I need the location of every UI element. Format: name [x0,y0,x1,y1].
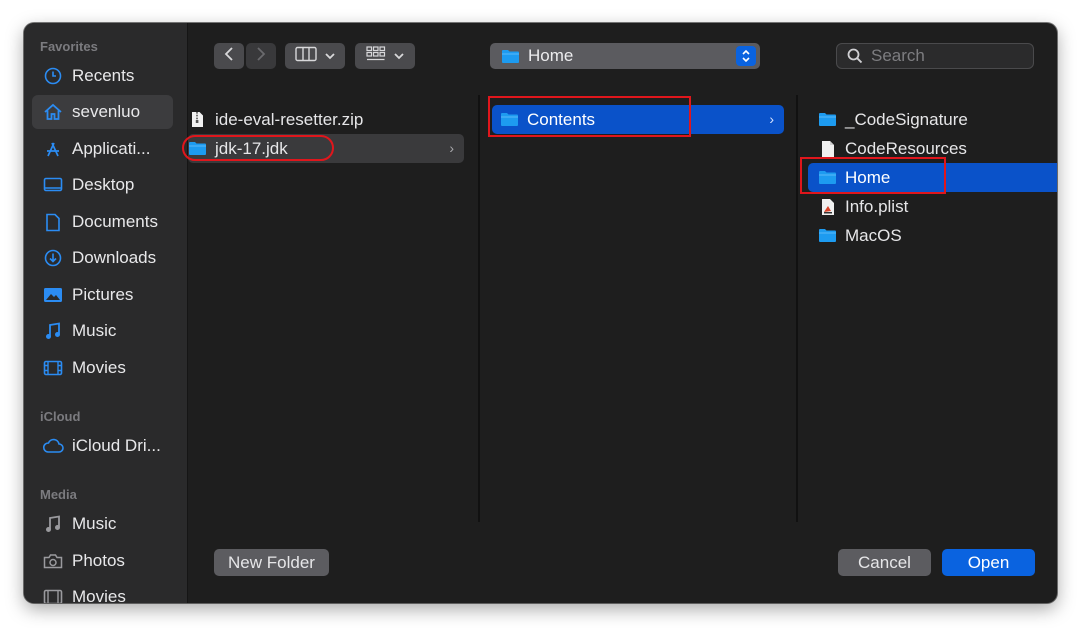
file-row-codesignature[interactable]: _CodeSignature [814,105,1057,134]
file-row-info-plist[interactable]: Info.plist [814,192,1057,221]
column-divider [478,95,480,522]
chevron-right-icon: › [769,111,774,127]
sidebar-item-label: Recents [72,66,135,85]
sidebar-item-documents[interactable]: Documents [32,205,173,239]
folder-icon [501,49,520,64]
group-button[interactable] [355,43,415,69]
search-field[interactable]: Search [836,43,1034,69]
desktop-icon [42,174,64,196]
zip-file-icon [188,111,207,128]
sidebar-item-label: Photos [72,551,125,570]
camera-icon [42,550,64,572]
up-down-chevron-icon [736,46,756,66]
sidebar-item-label: Movies [72,358,126,377]
folder-icon [818,227,837,244]
annotation-box [488,96,691,137]
sidebar-item-label: sevenluo [72,102,141,121]
clock-icon [42,65,64,87]
search-placeholder: Search [871,46,925,65]
sidebar-item-photos[interactable]: Photos [32,544,173,578]
cloud-icon [42,435,64,457]
sidebar-item-label: Applicati... [72,139,151,158]
sidebar-item-desktop[interactable]: Desktop [32,168,173,202]
file-name: MacOS [845,225,902,245]
column-divider [796,95,798,522]
columns-view-icon [295,46,317,67]
cancel-button[interactable]: Cancel [838,549,931,576]
open-button[interactable]: Open [942,549,1035,576]
file-row-ide-eval-resetter[interactable]: ide-eval-resetter.zip [188,105,464,134]
pictures-icon [42,284,64,306]
music-icon [42,320,64,342]
annotation-oval [182,135,334,161]
chevron-down-icon [325,47,335,65]
file-row-macos[interactable]: MacOS [814,221,1057,250]
sidebar-item-media-music[interactable]: Music [32,507,173,541]
path-popup[interactable]: Home [490,43,760,69]
annotation-box [800,157,946,194]
file-name: CodeResources [845,138,967,158]
home-icon [42,101,64,123]
chevron-left-icon [224,46,234,66]
grid-icon [366,45,386,67]
file-icon [818,140,837,157]
sidebar-item-label: Desktop [72,175,135,194]
applications-icon [42,138,64,160]
sidebar-item-label: Music [72,321,117,340]
movies-icon [42,357,64,379]
sidebar-item-pictures[interactable]: Pictures [32,278,173,312]
sidebar-item-label: Pictures [72,285,134,304]
sidebar-item-music[interactable]: Music [32,314,173,348]
file-name: Info.plist [845,196,909,216]
sidebar-item-label: Documents [72,212,158,231]
document-icon [42,211,64,233]
chevron-right-icon [256,46,266,66]
back-button[interactable] [214,43,244,69]
view-mode-button[interactable] [285,43,345,69]
music-icon [42,513,64,535]
file-name: _CodeSignature [845,109,968,129]
sidebar-item-recents[interactable]: Recents [32,59,173,93]
sidebar-item-label: Music [72,514,117,533]
file-open-dialog: Favorites Recents sevenluo Applicati... … [24,23,1057,603]
chevron-right-icon: › [449,140,454,156]
sidebar-item-label: iCloud Dri... [72,436,161,455]
folder-icon [818,111,837,128]
file-name: ide-eval-resetter.zip [215,109,364,129]
sidebar-item-label: Movies [72,587,126,603]
chevron-down-icon [394,47,404,65]
sidebar-item-icloud-drive[interactable]: iCloud Dri... [32,429,173,463]
sidebar-item-downloads[interactable]: Downloads [32,241,173,275]
sidebar-item-label: Downloads [72,248,157,267]
forward-button[interactable] [246,43,276,69]
download-icon [42,247,64,269]
search-icon [847,48,863,64]
media-header: Media [40,487,77,502]
sidebar: Favorites Recents sevenluo Applicati... … [24,23,188,603]
sidebar-item-applications[interactable]: Applicati... [32,132,173,166]
plist-file-icon [818,198,837,215]
path-label: Home [528,46,574,65]
new-folder-button[interactable]: New Folder [214,549,329,576]
sidebar-item-media-movies[interactable]: Movies [32,580,173,603]
icloud-header: iCloud [40,409,81,424]
movies-icon [42,586,64,603]
sidebar-item-movies[interactable]: Movies [32,351,173,385]
favorites-header: Favorites [40,39,98,54]
sidebar-item-sevenluo[interactable]: sevenluo [32,95,173,129]
